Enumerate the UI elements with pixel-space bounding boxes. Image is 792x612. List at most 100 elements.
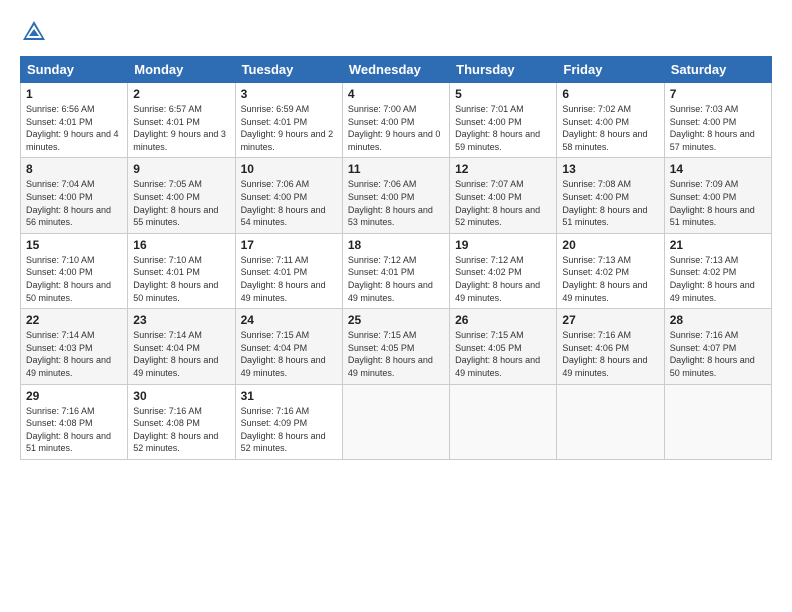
day-number: 27 bbox=[562, 313, 658, 327]
weekday-header-friday: Friday bbox=[557, 57, 664, 83]
day-number: 18 bbox=[348, 238, 444, 252]
calendar-cell: 18 Sunrise: 7:12 AM Sunset: 4:01 PM Dayl… bbox=[342, 233, 449, 308]
day-info: Sunrise: 6:59 AM Sunset: 4:01 PM Dayligh… bbox=[241, 103, 337, 153]
day-info: Sunrise: 7:06 AM Sunset: 4:00 PM Dayligh… bbox=[348, 178, 444, 228]
calendar-cell: 1 Sunrise: 6:56 AM Sunset: 4:01 PM Dayli… bbox=[21, 83, 128, 158]
day-info: Sunrise: 7:13 AM Sunset: 4:02 PM Dayligh… bbox=[562, 254, 658, 304]
weekday-header-wednesday: Wednesday bbox=[342, 57, 449, 83]
day-info: Sunrise: 7:14 AM Sunset: 4:03 PM Dayligh… bbox=[26, 329, 122, 379]
calendar-cell: 19 Sunrise: 7:12 AM Sunset: 4:02 PM Dayl… bbox=[450, 233, 557, 308]
weekday-header-tuesday: Tuesday bbox=[235, 57, 342, 83]
calendar-cell bbox=[342, 384, 449, 459]
day-info: Sunrise: 7:06 AM Sunset: 4:00 PM Dayligh… bbox=[241, 178, 337, 228]
day-number: 30 bbox=[133, 389, 229, 403]
day-number: 20 bbox=[562, 238, 658, 252]
calendar-cell: 27 Sunrise: 7:16 AM Sunset: 4:06 PM Dayl… bbox=[557, 309, 664, 384]
calendar-cell: 26 Sunrise: 7:15 AM Sunset: 4:05 PM Dayl… bbox=[450, 309, 557, 384]
day-number: 26 bbox=[455, 313, 551, 327]
calendar-cell: 22 Sunrise: 7:14 AM Sunset: 4:03 PM Dayl… bbox=[21, 309, 128, 384]
calendar-cell: 21 Sunrise: 7:13 AM Sunset: 4:02 PM Dayl… bbox=[664, 233, 771, 308]
day-info: Sunrise: 6:56 AM Sunset: 4:01 PM Dayligh… bbox=[26, 103, 122, 153]
calendar-cell: 8 Sunrise: 7:04 AM Sunset: 4:00 PM Dayli… bbox=[21, 158, 128, 233]
day-number: 22 bbox=[26, 313, 122, 327]
day-number: 9 bbox=[133, 162, 229, 176]
weekday-header-row: SundayMondayTuesdayWednesdayThursdayFrid… bbox=[21, 57, 772, 83]
day-number: 19 bbox=[455, 238, 551, 252]
day-info: Sunrise: 7:10 AM Sunset: 4:01 PM Dayligh… bbox=[133, 254, 229, 304]
calendar-cell: 3 Sunrise: 6:59 AM Sunset: 4:01 PM Dayli… bbox=[235, 83, 342, 158]
day-number: 15 bbox=[26, 238, 122, 252]
calendar-cell: 4 Sunrise: 7:00 AM Sunset: 4:00 PM Dayli… bbox=[342, 83, 449, 158]
day-info: Sunrise: 7:01 AM Sunset: 4:00 PM Dayligh… bbox=[455, 103, 551, 153]
day-info: Sunrise: 7:13 AM Sunset: 4:02 PM Dayligh… bbox=[670, 254, 766, 304]
day-number: 21 bbox=[670, 238, 766, 252]
calendar-cell: 15 Sunrise: 7:10 AM Sunset: 4:00 PM Dayl… bbox=[21, 233, 128, 308]
calendar-week-3: 15 Sunrise: 7:10 AM Sunset: 4:00 PM Dayl… bbox=[21, 233, 772, 308]
day-number: 11 bbox=[348, 162, 444, 176]
day-number: 4 bbox=[348, 87, 444, 101]
day-info: Sunrise: 7:16 AM Sunset: 4:08 PM Dayligh… bbox=[26, 405, 122, 455]
day-number: 3 bbox=[241, 87, 337, 101]
day-number: 5 bbox=[455, 87, 551, 101]
day-info: Sunrise: 7:09 AM Sunset: 4:00 PM Dayligh… bbox=[670, 178, 766, 228]
day-info: Sunrise: 7:10 AM Sunset: 4:00 PM Dayligh… bbox=[26, 254, 122, 304]
day-info: Sunrise: 7:16 AM Sunset: 4:07 PM Dayligh… bbox=[670, 329, 766, 379]
day-number: 8 bbox=[26, 162, 122, 176]
calendar-cell: 28 Sunrise: 7:16 AM Sunset: 4:07 PM Dayl… bbox=[664, 309, 771, 384]
day-number: 6 bbox=[562, 87, 658, 101]
page: SundayMondayTuesdayWednesdayThursdayFrid… bbox=[0, 0, 792, 612]
day-info: Sunrise: 7:12 AM Sunset: 4:02 PM Dayligh… bbox=[455, 254, 551, 304]
logo bbox=[20, 18, 52, 46]
calendar-cell: 9 Sunrise: 7:05 AM Sunset: 4:00 PM Dayli… bbox=[128, 158, 235, 233]
calendar-cell: 23 Sunrise: 7:14 AM Sunset: 4:04 PM Dayl… bbox=[128, 309, 235, 384]
day-info: Sunrise: 7:15 AM Sunset: 4:05 PM Dayligh… bbox=[455, 329, 551, 379]
day-info: Sunrise: 7:03 AM Sunset: 4:00 PM Dayligh… bbox=[670, 103, 766, 153]
day-info: Sunrise: 7:11 AM Sunset: 4:01 PM Dayligh… bbox=[241, 254, 337, 304]
logo-icon bbox=[20, 18, 48, 46]
calendar-table: SundayMondayTuesdayWednesdayThursdayFrid… bbox=[20, 56, 772, 460]
calendar-cell bbox=[664, 384, 771, 459]
calendar-cell: 25 Sunrise: 7:15 AM Sunset: 4:05 PM Dayl… bbox=[342, 309, 449, 384]
calendar-cell: 20 Sunrise: 7:13 AM Sunset: 4:02 PM Dayl… bbox=[557, 233, 664, 308]
day-number: 12 bbox=[455, 162, 551, 176]
calendar-week-5: 29 Sunrise: 7:16 AM Sunset: 4:08 PM Dayl… bbox=[21, 384, 772, 459]
calendar-cell: 24 Sunrise: 7:15 AM Sunset: 4:04 PM Dayl… bbox=[235, 309, 342, 384]
calendar-cell: 14 Sunrise: 7:09 AM Sunset: 4:00 PM Dayl… bbox=[664, 158, 771, 233]
calendar-cell bbox=[557, 384, 664, 459]
day-number: 14 bbox=[670, 162, 766, 176]
calendar-cell: 29 Sunrise: 7:16 AM Sunset: 4:08 PM Dayl… bbox=[21, 384, 128, 459]
calendar-cell: 17 Sunrise: 7:11 AM Sunset: 4:01 PM Dayl… bbox=[235, 233, 342, 308]
day-number: 10 bbox=[241, 162, 337, 176]
day-info: Sunrise: 7:16 AM Sunset: 4:06 PM Dayligh… bbox=[562, 329, 658, 379]
calendar-cell: 7 Sunrise: 7:03 AM Sunset: 4:00 PM Dayli… bbox=[664, 83, 771, 158]
calendar-cell: 12 Sunrise: 7:07 AM Sunset: 4:00 PM Dayl… bbox=[450, 158, 557, 233]
calendar-cell: 2 Sunrise: 6:57 AM Sunset: 4:01 PM Dayli… bbox=[128, 83, 235, 158]
calendar-cell bbox=[450, 384, 557, 459]
day-number: 31 bbox=[241, 389, 337, 403]
calendar-week-4: 22 Sunrise: 7:14 AM Sunset: 4:03 PM Dayl… bbox=[21, 309, 772, 384]
calendar-cell: 16 Sunrise: 7:10 AM Sunset: 4:01 PM Dayl… bbox=[128, 233, 235, 308]
day-info: Sunrise: 7:00 AM Sunset: 4:00 PM Dayligh… bbox=[348, 103, 444, 153]
calendar-cell: 13 Sunrise: 7:08 AM Sunset: 4:00 PM Dayl… bbox=[557, 158, 664, 233]
calendar-cell: 11 Sunrise: 7:06 AM Sunset: 4:00 PM Dayl… bbox=[342, 158, 449, 233]
day-number: 2 bbox=[133, 87, 229, 101]
calendar-week-2: 8 Sunrise: 7:04 AM Sunset: 4:00 PM Dayli… bbox=[21, 158, 772, 233]
day-info: Sunrise: 7:05 AM Sunset: 4:00 PM Dayligh… bbox=[133, 178, 229, 228]
day-number: 1 bbox=[26, 87, 122, 101]
day-info: Sunrise: 7:16 AM Sunset: 4:08 PM Dayligh… bbox=[133, 405, 229, 455]
weekday-header-thursday: Thursday bbox=[450, 57, 557, 83]
day-info: Sunrise: 7:15 AM Sunset: 4:05 PM Dayligh… bbox=[348, 329, 444, 379]
day-number: 25 bbox=[348, 313, 444, 327]
day-info: Sunrise: 7:16 AM Sunset: 4:09 PM Dayligh… bbox=[241, 405, 337, 455]
day-info: Sunrise: 7:02 AM Sunset: 4:00 PM Dayligh… bbox=[562, 103, 658, 153]
header bbox=[20, 18, 772, 46]
day-number: 28 bbox=[670, 313, 766, 327]
day-info: Sunrise: 7:15 AM Sunset: 4:04 PM Dayligh… bbox=[241, 329, 337, 379]
calendar-week-1: 1 Sunrise: 6:56 AM Sunset: 4:01 PM Dayli… bbox=[21, 83, 772, 158]
day-info: Sunrise: 7:12 AM Sunset: 4:01 PM Dayligh… bbox=[348, 254, 444, 304]
calendar-cell: 30 Sunrise: 7:16 AM Sunset: 4:08 PM Dayl… bbox=[128, 384, 235, 459]
day-info: Sunrise: 7:08 AM Sunset: 4:00 PM Dayligh… bbox=[562, 178, 658, 228]
calendar-cell: 5 Sunrise: 7:01 AM Sunset: 4:00 PM Dayli… bbox=[450, 83, 557, 158]
day-info: Sunrise: 6:57 AM Sunset: 4:01 PM Dayligh… bbox=[133, 103, 229, 153]
day-number: 29 bbox=[26, 389, 122, 403]
